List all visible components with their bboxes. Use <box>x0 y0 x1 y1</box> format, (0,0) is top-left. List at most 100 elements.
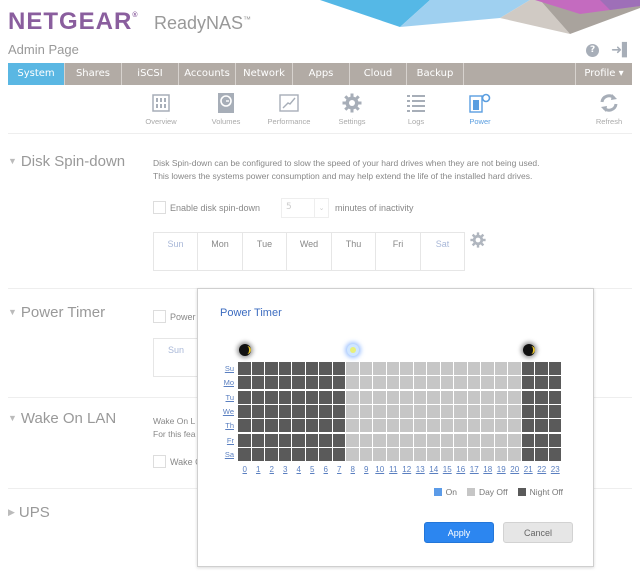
schedule-cell[interactable] <box>346 404 359 419</box>
schedule-cell[interactable] <box>413 376 427 390</box>
schedule-cell[interactable] <box>427 447 440 461</box>
schedule-cell[interactable] <box>400 362 413 376</box>
schedule-cell[interactable] <box>427 433 440 447</box>
hour-label-17[interactable]: 17 <box>468 465 482 474</box>
schedule-cell[interactable] <box>521 447 535 461</box>
schedule-cell[interactable] <box>535 362 548 376</box>
schedule-cell[interactable] <box>467 376 481 390</box>
schedule-cell[interactable] <box>278 390 292 404</box>
cancel-button[interactable]: Cancel <box>503 522 573 543</box>
subnav-power[interactable]: Power <box>450 92 510 126</box>
spindown-minutes-select[interactable]: 5 ⌄ <box>281 198 329 218</box>
hour-label-15[interactable]: 15 <box>441 465 455 474</box>
schedule-cell[interactable] <box>292 362 305 376</box>
apply-button[interactable]: Apply <box>424 522 494 543</box>
hour-label-3[interactable]: 3 <box>279 465 293 474</box>
schedule-cell[interactable] <box>413 447 427 461</box>
schedule-cell[interactable] <box>467 433 481 447</box>
schedule-cell[interactable] <box>521 376 535 390</box>
schedule-cell[interactable] <box>332 419 346 433</box>
tab-system[interactable]: System <box>8 63 65 85</box>
schedule-cell[interactable] <box>305 433 319 447</box>
row-label-tu[interactable]: Tu <box>220 393 234 402</box>
schedule-cell[interactable] <box>305 390 319 404</box>
schedule-cell[interactable] <box>548 447 562 461</box>
schedule-cell[interactable] <box>481 419 494 433</box>
hour-label-12[interactable]: 12 <box>400 465 414 474</box>
help-icon[interactable]: ? <box>586 44 600 57</box>
schedule-cell[interactable] <box>373 362 386 376</box>
schedule-cell[interactable] <box>251 433 265 447</box>
schedule-cell[interactable] <box>265 404 278 419</box>
schedule-cell[interactable] <box>359 362 373 376</box>
day-sun[interactable]: Sun <box>154 339 198 376</box>
schedule-cell[interactable] <box>292 404 305 419</box>
schedule-cell[interactable] <box>386 419 400 433</box>
schedule-cell[interactable] <box>548 390 562 404</box>
schedule-cell[interactable] <box>251 419 265 433</box>
schedule-cell[interactable] <box>386 433 400 447</box>
schedule-cell[interactable] <box>319 362 332 376</box>
schedule-cell[interactable] <box>373 390 386 404</box>
schedule-cell[interactable] <box>278 362 292 376</box>
schedule-cell[interactable] <box>400 433 413 447</box>
schedule-cell[interactable] <box>481 433 494 447</box>
schedule-cell[interactable] <box>238 433 251 447</box>
schedule-cell[interactable] <box>413 390 427 404</box>
schedule-cell[interactable] <box>508 376 521 390</box>
schedule-cell[interactable] <box>265 390 278 404</box>
schedule-cell[interactable] <box>508 390 521 404</box>
schedule-cell[interactable] <box>481 447 494 461</box>
hour-label-21[interactable]: 21 <box>522 465 536 474</box>
schedule-cell[interactable] <box>278 433 292 447</box>
schedule-cell[interactable] <box>332 404 346 419</box>
schedule-cell[interactable] <box>332 362 346 376</box>
refresh-button[interactable]: Refresh <box>579 92 639 126</box>
schedule-cell[interactable] <box>440 419 454 433</box>
tab-backup[interactable]: Backup <box>407 63 464 85</box>
logout-icon[interactable]: ➜▌ <box>611 43 632 58</box>
schedule-cell[interactable] <box>332 433 346 447</box>
row-label-fr[interactable]: Fr <box>220 436 234 445</box>
row-label-mo[interactable]: Mo <box>220 378 234 387</box>
day-mon[interactable]: Mon <box>198 233 243 270</box>
schedule-cell[interactable] <box>427 390 440 404</box>
schedule-cell[interactable] <box>278 419 292 433</box>
schedule-cell[interactable] <box>508 419 521 433</box>
schedule-cell[interactable] <box>265 376 278 390</box>
schedule-cell[interactable] <box>238 404 251 419</box>
section-wake-on-lan[interactable]: ▼ Wake On LAN <box>8 410 116 427</box>
hour-label-4[interactable]: 4 <box>292 465 306 474</box>
hour-label-9[interactable]: 9 <box>360 465 374 474</box>
schedule-cell[interactable] <box>454 376 467 390</box>
row-label-we[interactable]: We <box>220 407 234 416</box>
schedule-cell[interactable] <box>521 404 535 419</box>
schedule-cell[interactable] <box>481 362 494 376</box>
schedule-cell[interactable] <box>508 447 521 461</box>
schedule-cell[interactable] <box>346 376 359 390</box>
schedule-cell[interactable] <box>238 419 251 433</box>
schedule-cell[interactable] <box>440 390 454 404</box>
schedule-cell[interactable] <box>251 362 265 376</box>
schedule-cell[interactable] <box>251 390 265 404</box>
schedule-cell[interactable] <box>359 419 373 433</box>
tab-iscsi[interactable]: iSCSI <box>122 63 179 85</box>
day-sat[interactable]: Sat <box>421 233 464 270</box>
schedule-cell[interactable] <box>535 376 548 390</box>
schedule-cell[interactable] <box>494 419 508 433</box>
schedule-cell[interactable] <box>440 433 454 447</box>
schedule-cell[interactable] <box>373 376 386 390</box>
schedule-cell[interactable] <box>238 362 251 376</box>
schedule-cell[interactable] <box>238 447 251 461</box>
schedule-cell[interactable] <box>548 376 562 390</box>
schedule-cell[interactable] <box>481 404 494 419</box>
schedule-cell[interactable] <box>373 447 386 461</box>
hour-label-0[interactable]: 0 <box>238 465 252 474</box>
schedule-cell[interactable] <box>535 447 548 461</box>
day-thu[interactable]: Thu <box>332 233 376 270</box>
schedule-cell[interactable] <box>413 404 427 419</box>
tab-shares[interactable]: Shares <box>65 63 122 85</box>
schedule-cell[interactable] <box>305 376 319 390</box>
schedule-cell[interactable] <box>454 362 467 376</box>
schedule-cell[interactable] <box>292 419 305 433</box>
